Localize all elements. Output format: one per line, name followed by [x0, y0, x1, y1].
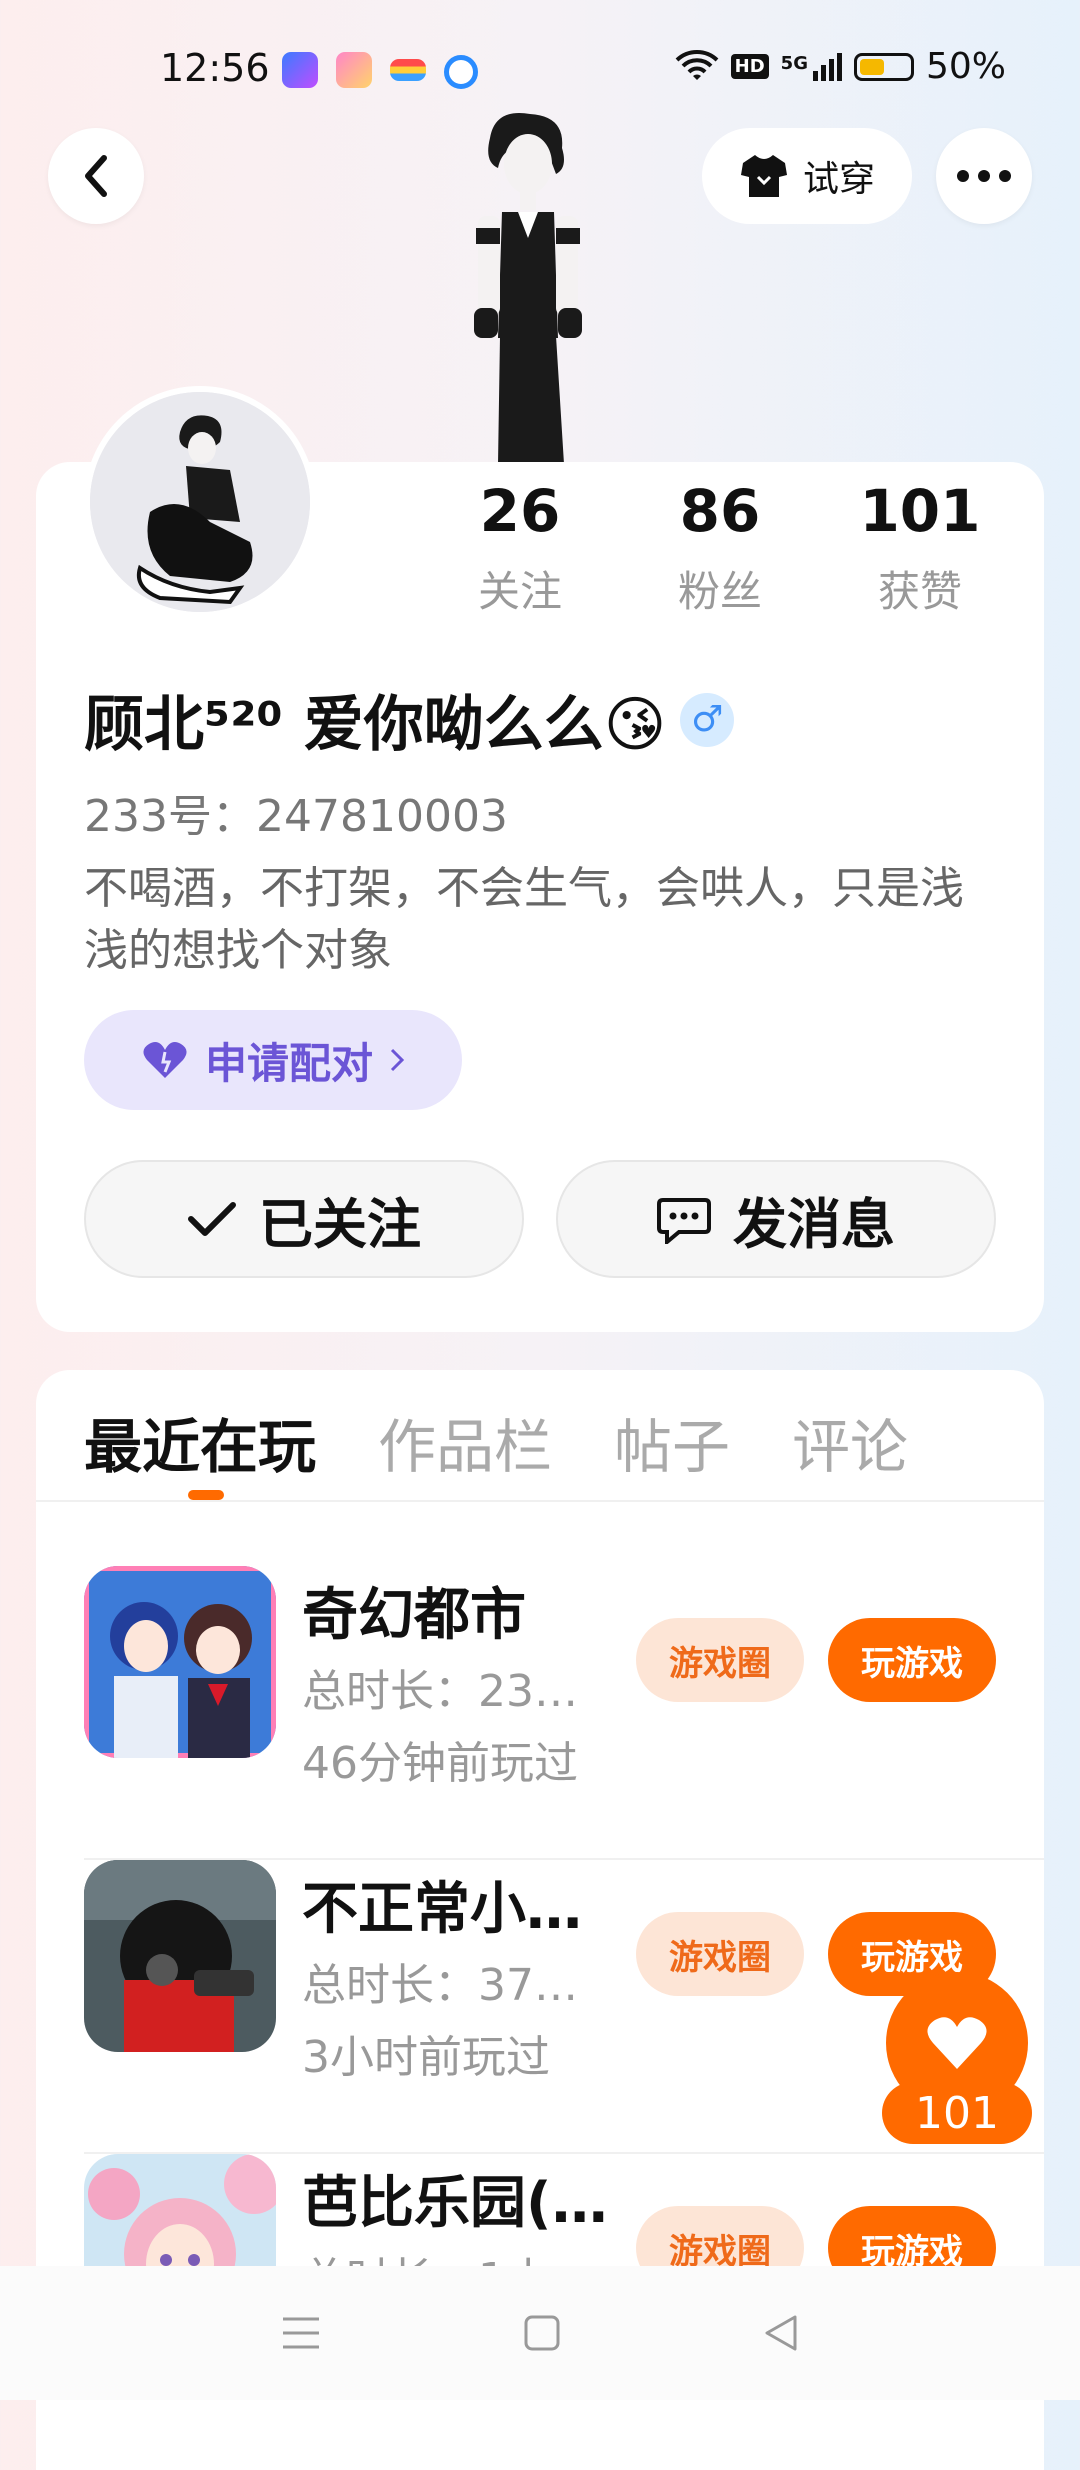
- heart-icon: [143, 1042, 187, 1078]
- user-id: 233号：247810003: [84, 791, 508, 842]
- home-icon[interactable]: [524, 2315, 560, 2351]
- back-button[interactable]: [48, 128, 144, 224]
- wifi-icon: [675, 49, 719, 80]
- request-pair-button[interactable]: 申请配对: [84, 1010, 462, 1110]
- send-message-label: 发消息: [733, 1192, 895, 1256]
- avatar-image: [90, 392, 310, 612]
- game-icon: [84, 1860, 276, 2052]
- followed-button[interactable]: 已关注: [84, 1160, 524, 1278]
- tab-works[interactable]: 作品栏: [378, 1400, 552, 1484]
- followed-label: 已关注: [259, 1192, 421, 1256]
- battery-icon: [853, 52, 914, 81]
- send-message-button[interactable]: 发消息: [556, 1160, 996, 1278]
- play-game-button[interactable]: 玩游戏: [828, 1618, 996, 1702]
- game-row[interactable]: 奇幻都市 总时长：23… 46分钟前玩过 游戏圈 玩游戏: [84, 1566, 1044, 1860]
- game-circle-button[interactable]: 游戏圈: [636, 1912, 804, 1996]
- game-name: 不正常小…: [302, 1877, 582, 1942]
- battery-percent: 50%: [925, 46, 1006, 87]
- more-button[interactable]: [936, 128, 1032, 224]
- avatar[interactable]: [84, 386, 316, 618]
- request-pair-label: 申请配对: [204, 1038, 373, 1088]
- chat-bubble-icon: [657, 1198, 711, 1244]
- stat-likes-count: 101: [859, 477, 981, 545]
- username-row: 顾北⁵²⁰ 爱你呦么么😘 ♂: [84, 676, 735, 763]
- tshirt-icon: [740, 155, 787, 197]
- status-time: 12:56: [160, 46, 270, 90]
- game-duration: 总时长：23…: [302, 1666, 578, 1717]
- stat-followers-count: 86: [679, 477, 761, 545]
- chevron-right-icon: [390, 1048, 405, 1072]
- check-icon: [188, 1202, 236, 1236]
- chevron-left-icon: [85, 155, 107, 197]
- game-icon: [84, 1566, 276, 1758]
- tab-comments[interactable]: 评论: [792, 1400, 908, 1484]
- game-meta: 总时长：23… 46分钟前玩过: [302, 1656, 578, 1800]
- game-last-played: 3小时前玩过: [302, 2032, 550, 2083]
- stat-followers[interactable]: 86 粉丝: [620, 476, 820, 619]
- active-tab-indicator: [188, 1490, 224, 1500]
- system-nav-bar: [0, 2266, 1080, 2400]
- profile-stats: 26 关注 86 粉丝 101 获赞: [420, 476, 1020, 619]
- bio: 不喝酒，不打架，不会生气，会哄人，只是浅浅的想找个对象: [84, 863, 964, 976]
- username: 顾北⁵²⁰ 爱你呦么么😘: [84, 690, 667, 760]
- notification-icons: [282, 52, 478, 89]
- male-icon: ♂: [680, 692, 735, 747]
- stat-likes[interactable]: 101 获赞: [820, 476, 1020, 619]
- tab-bar: 最近在玩 作品栏 帖子 评论: [84, 1400, 908, 1484]
- stat-likes-label: 获赞: [877, 567, 962, 616]
- stat-following[interactable]: 26 关注: [420, 476, 620, 619]
- back-triangle-icon[interactable]: [763, 2314, 799, 2352]
- game-duration: 总时长：37…: [302, 1960, 578, 2011]
- stat-following-count: 26: [479, 477, 561, 545]
- menu-icon[interactable]: [281, 2315, 321, 2351]
- tab-recently-played[interactable]: 最近在玩: [84, 1400, 316, 1484]
- tab-posts[interactable]: 帖子: [614, 1400, 730, 1484]
- status-right: HD 5G 50%: [675, 46, 1006, 87]
- signal-icon: 5G: [781, 52, 842, 81]
- game-name: 芭比乐园(…: [302, 2171, 608, 2236]
- stat-following-label: 关注: [477, 567, 562, 616]
- try-on-label: 试穿: [802, 159, 875, 200]
- tab-divider: [36, 1500, 1044, 1502]
- app-notification-icon: [282, 52, 318, 88]
- like-count: 101: [882, 2082, 1032, 2144]
- game-meta: 总时长：37… 3小时前玩过: [302, 1950, 578, 2094]
- hd-icon: HD: [730, 54, 769, 79]
- app-notification-icon: [336, 52, 372, 88]
- heart-icon: [927, 2017, 987, 2069]
- more-dots-icon: [957, 170, 1011, 182]
- character-figure: [474, 113, 582, 464]
- stat-followers-label: 粉丝: [677, 567, 762, 616]
- game-circle-button[interactable]: 游戏圈: [636, 1618, 804, 1702]
- app-notification-icon: [390, 59, 426, 81]
- try-on-button[interactable]: 试穿: [702, 128, 912, 224]
- battery-fill: [859, 58, 884, 75]
- game-name: 奇幻都市: [302, 1583, 526, 1648]
- app-notification-icon: [444, 55, 478, 89]
- game-last-played: 46分钟前玩过: [302, 1738, 578, 1789]
